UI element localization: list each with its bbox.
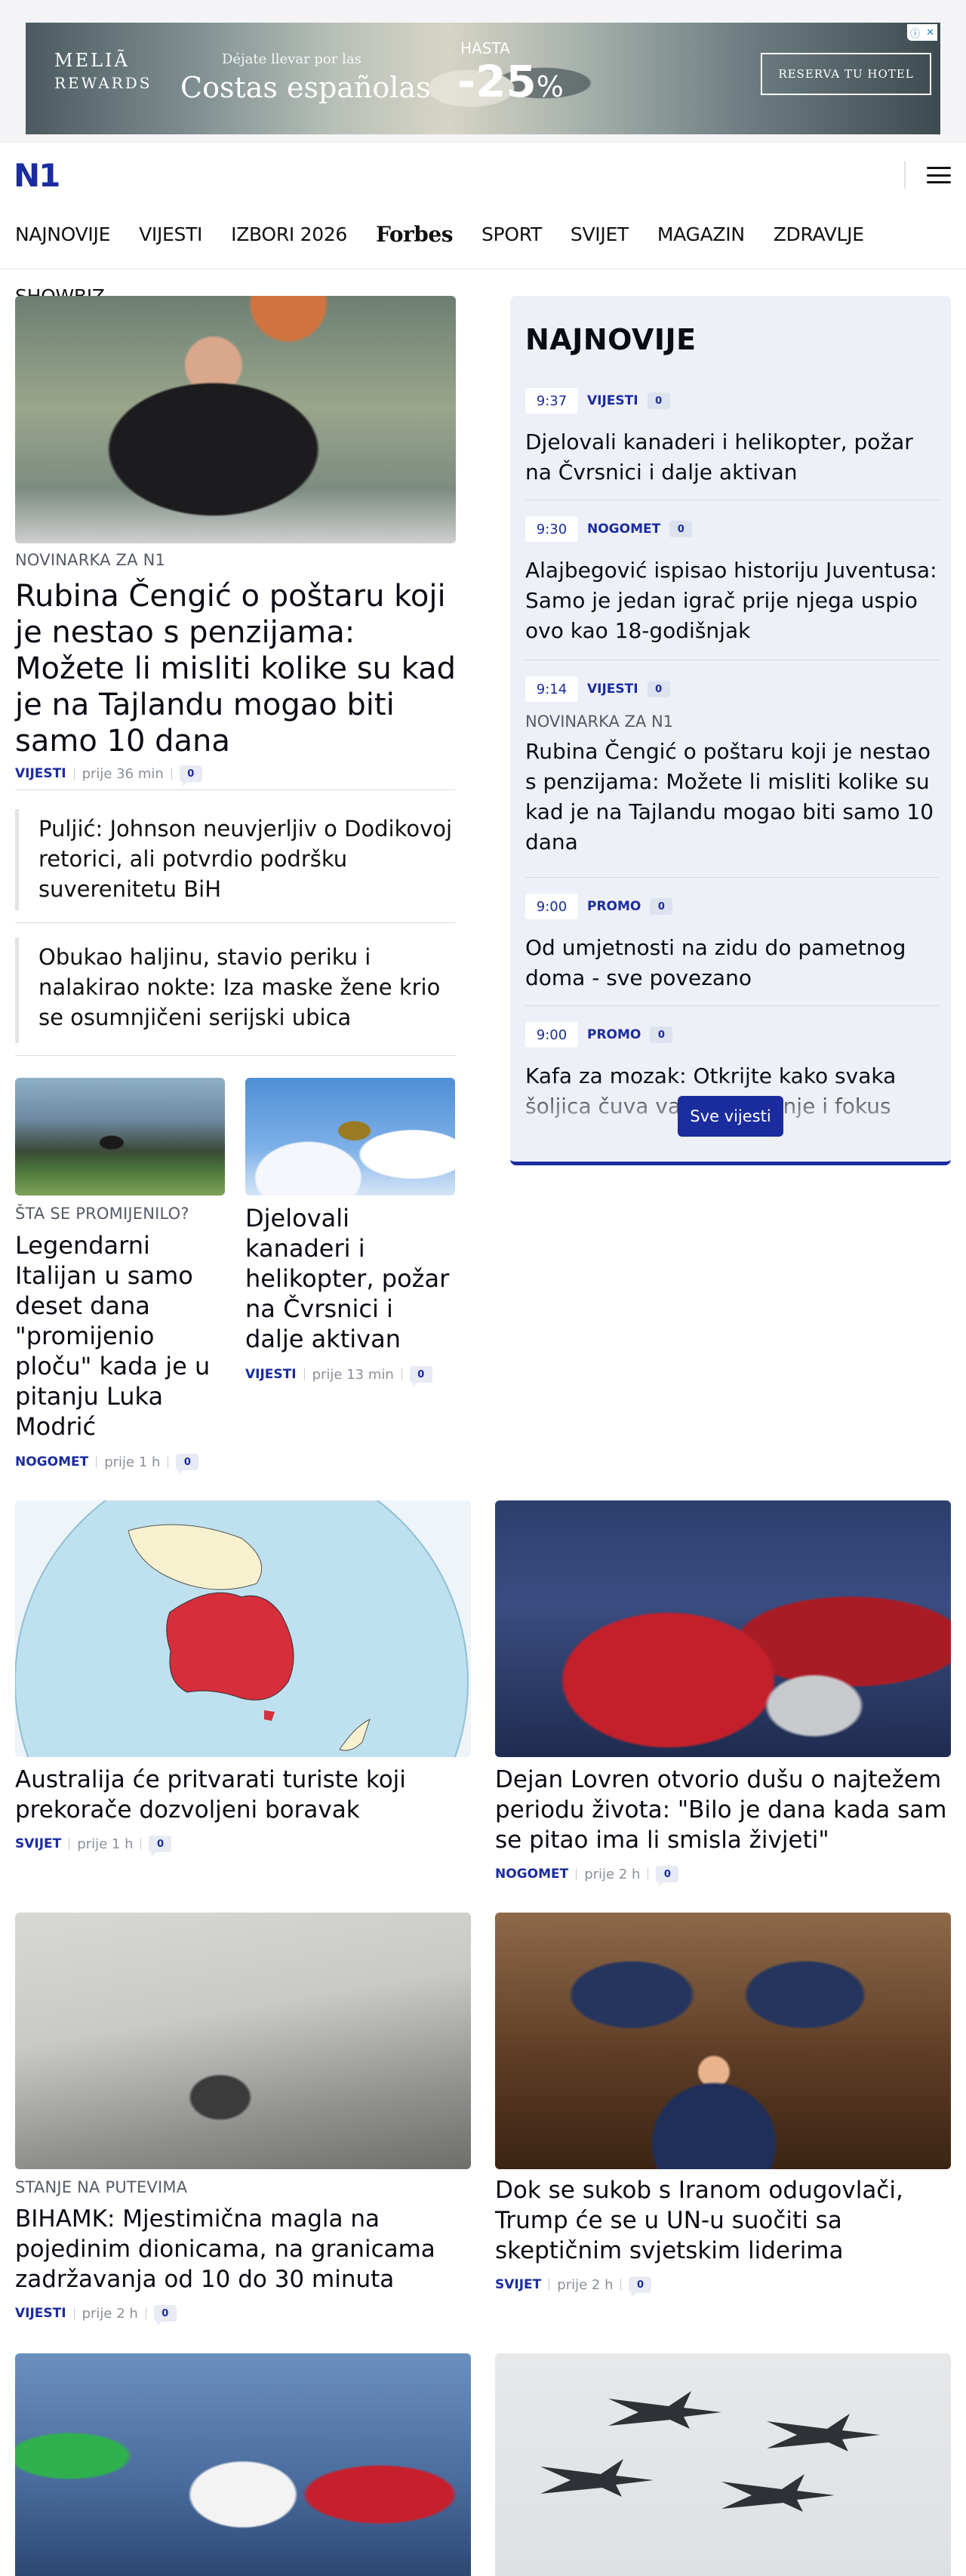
- all-news-button[interactable]: Sve vijesti: [678, 1096, 783, 1137]
- nav-item-forbes[interactable]: Forbes: [376, 222, 453, 247]
- card-image-modric[interactable]: [15, 1078, 225, 1196]
- lead-kicker: NOVINARKA ZA N1: [15, 551, 166, 569]
- divider: [15, 922, 456, 923]
- story-meta: VIJESTI prije 2 h 0: [15, 2305, 177, 2326]
- story-headline[interactable]: Dok se sukob s Iranom odugovlači, Trump …: [495, 2175, 951, 2266]
- story-image-football[interactable]: [15, 2353, 471, 2576]
- latest-news-item[interactable]: 9:30 NOGOMET 0 Alajbegović ispisao histori…: [525, 516, 939, 646]
- latest-news-panel: NAJNOVIJE 9:37 VIJESTI 0 Djelovali kanader…: [510, 296, 951, 1165]
- lead-category[interactable]: VIJESTI: [15, 766, 66, 781]
- divider: [525, 877, 939, 878]
- n1-logo[interactable]: N1: [14, 157, 68, 194]
- story-image-jets[interactable]: [495, 2353, 951, 2576]
- card-headline[interactable]: Djelovali kanaderi i helikopter, požar n…: [245, 1203, 455, 1354]
- divider: [15, 1055, 456, 1056]
- card-image-plane[interactable]: [245, 1078, 455, 1196]
- ad-banner-area: MELIÃ REWARDS Déjate llevar por las Cost…: [0, 0, 966, 143]
- ad-reserve-button[interactable]: RESERVA TU HOTEL: [761, 53, 931, 95]
- story-headline[interactable]: Australija će pritvarati turiste koji pr…: [15, 1765, 471, 1825]
- nav-item-svijet[interactable]: SVIJET: [571, 223, 629, 245]
- story-meta: SVIJET prije 1 h 0: [15, 1836, 172, 1857]
- nav-item-sport[interactable]: SPORT: [481, 223, 542, 245]
- story-image-fog[interactable]: [15, 1913, 471, 2169]
- story-image-australia[interactable]: [15, 1500, 471, 1757]
- story-image-lovren[interactable]: [495, 1500, 951, 1757]
- ad-hasta: HASTA: [460, 39, 510, 57]
- latest-news-title: NAJNOVIJE: [525, 323, 697, 356]
- lead-meta: VIJESTI prije 36 min 0: [15, 765, 202, 786]
- ad-tagline-small: Déjate llevar por las: [222, 51, 361, 67]
- story-kicker: STANJE NA PUTEVIMA: [15, 2178, 188, 2196]
- header-divider: [904, 162, 906, 189]
- divider: [525, 1005, 939, 1006]
- lead-image[interactable]: [15, 296, 456, 543]
- jets-icon: [540, 2391, 880, 2512]
- nav-item-vijesti[interactable]: VIJESTI: [139, 223, 202, 245]
- latest-news-item[interactable]: 9:14 VIJESTI 0 NOVINARKA ZA N1 Rubina Čeng…: [525, 676, 939, 857]
- nav-item-zdravlje[interactable]: ZDRAVLJE: [774, 223, 864, 245]
- story-meta: SVIJET prije 2 h 0: [495, 2276, 652, 2297]
- nav-item-najnovije[interactable]: NAJNOVIJE: [15, 223, 110, 245]
- divider: [15, 789, 456, 790]
- lead-comment-count[interactable]: 0: [179, 765, 202, 786]
- story-image-trump[interactable]: [495, 1913, 951, 2169]
- main-nav: NAJNOVIJE VIJESTI IZBORI 2026 Forbes SPO…: [15, 222, 893, 247]
- card-kicker: ŠTA SE PROMIJENILO?: [15, 1205, 189, 1223]
- ad-discount: -25%: [457, 56, 564, 107]
- ad-brand: MELIÃ REWARDS: [54, 50, 152, 92]
- story-meta: NOGOMET prije 2 h 0: [495, 1866, 679, 1887]
- card-meta: VIJESTI prije 13 min 0: [245, 1366, 432, 1387]
- latest-news-item[interactable]: 9:37 VIJESTI 0 Djelovali kanaderi i heliko…: [525, 388, 939, 488]
- lead-headline[interactable]: Rubina Čengić o poštaru koji je nestao s…: [15, 578, 456, 759]
- card-headline[interactable]: Legendarni Italijan u samo deset dana "p…: [15, 1230, 225, 1442]
- story-headline[interactable]: BIHAMK: Mjestimična magla na pojedinim d…: [15, 2204, 471, 2294]
- related-story-2[interactable]: Obukao haljinu, stavio periku i nalakira…: [15, 937, 456, 1043]
- card-meta: NOGOMET prije 1 h 0: [15, 1454, 199, 1475]
- menu-icon[interactable]: [927, 165, 951, 186]
- story-headline[interactable]: Dejan Lovren otvorio dušu o najtežem per…: [495, 1765, 951, 1855]
- related-story-1[interactable]: Puljić: Johnson neuvjerljiv o Dodikovoj …: [15, 809, 456, 910]
- latest-news-item[interactable]: 9:00 PROMO 0 Od umjetnosti na zidu do pame…: [525, 894, 939, 993]
- ad-choices-icon[interactable]: ⓘ ✕: [907, 24, 937, 41]
- hotel-ad[interactable]: MELIÃ REWARDS Déjate llevar por las Cost…: [26, 23, 940, 134]
- nav-item-magazin[interactable]: MAGAZIN: [657, 223, 745, 245]
- nav-item-izbori[interactable]: IZBORI 2026: [231, 223, 347, 245]
- ad-tagline-large: Costas españolas: [180, 71, 431, 104]
- globe-map-icon: [15, 1500, 469, 1757]
- lead-time: prije 36 min: [82, 765, 164, 782]
